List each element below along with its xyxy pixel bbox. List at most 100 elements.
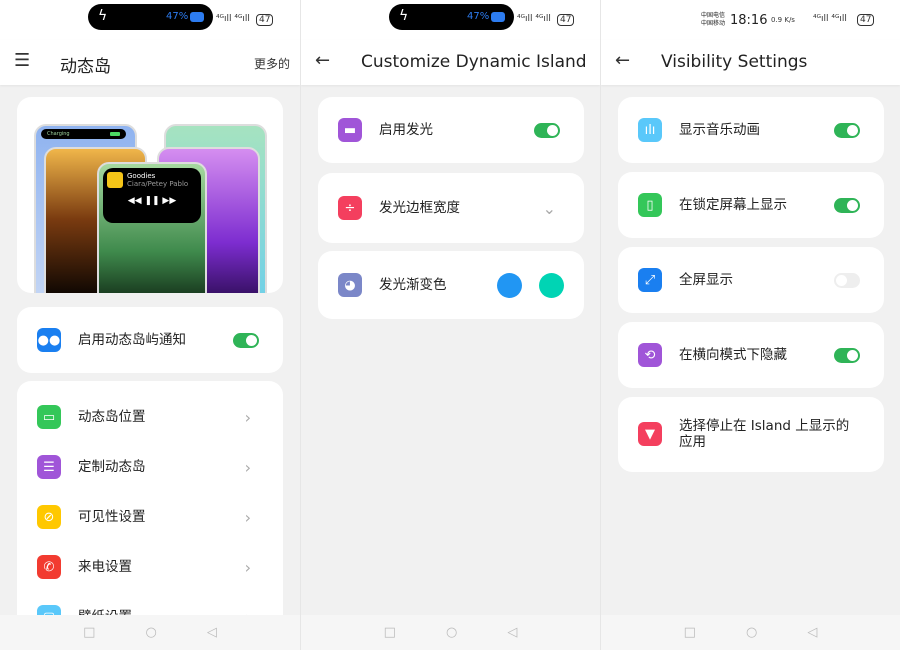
status-bar: ϟ 47% ⁴ᴳıll ⁴ᴳıll 47 <box>301 0 600 40</box>
border-width-card[interactable]: ÷ 发光边框宽度 ⌄ <box>318 173 584 243</box>
carrier-1: 中国电信 <box>701 12 726 19</box>
status-bar: 中国电信 中国移动 18:16 0.9 K/s ⁴ᴳıll ⁴ᴳıll 47 <box>601 0 900 40</box>
lock-screen-icon: ▯ <box>638 193 662 217</box>
notify-toggle[interactable] <box>233 332 259 348</box>
status-bar: ϟ 47% ⁴ᴳıll ⁴ᴳıll 47 <box>0 0 300 40</box>
battery-level: 47 <box>857 14 875 26</box>
item-label: 选择停止在 Island 上显示的应用 <box>679 418 850 450</box>
charging-icon: ϟ <box>98 8 108 24</box>
battery-level: 47 <box>256 14 274 26</box>
visibility-screen: 中国电信 中国移动 18:16 0.9 K/s ⁴ᴳıll ⁴ᴳıll 47 ← … <box>600 0 900 650</box>
recents-button[interactable]: □ <box>83 625 95 640</box>
battery-percent: 47% <box>467 11 490 22</box>
island-icon: ●● <box>37 328 61 352</box>
dynamic-island: ϟ 47% <box>88 4 213 30</box>
sliders-icon: ☰ <box>37 455 61 479</box>
color-swatch-2[interactable] <box>539 272 564 298</box>
dynamic-island: ϟ 47% <box>389 4 514 30</box>
back-arrow-icon[interactable]: ← <box>615 50 630 71</box>
fullscreen-toggle[interactable] <box>834 272 860 288</box>
list-item-position[interactable]: ▭ 动态岛位置 › <box>17 392 283 442</box>
battery-level: 47 <box>557 14 575 26</box>
page-title: Customize Dynamic Island <box>361 52 587 72</box>
rotate-icon: ⟲ <box>638 343 662 367</box>
recents-button[interactable]: □ <box>384 625 396 640</box>
clock: 18:16 <box>730 13 768 28</box>
menu-icon[interactable]: ☰ <box>14 50 30 71</box>
nav-bar: □ ○ ◁ <box>601 615 900 650</box>
signal-icons: ⁴ᴳıll ⁴ᴳıll <box>517 14 551 24</box>
hero-image: Charging Goodies Ciara/Petey Pablo ◀◀ ❚❚ … <box>17 97 283 293</box>
hero-image-card: Charging Goodies Ciara/Petey Pablo ◀◀ ❚❚ … <box>17 97 283 293</box>
charging-island: Charging <box>41 129 126 139</box>
nav-bar: □ ○ ◁ <box>301 615 600 650</box>
gradient-card: ◕ 发光渐变色 <box>318 251 584 319</box>
item-label: 动态岛位置 <box>78 409 146 425</box>
back-button[interactable]: ◁ <box>507 625 517 640</box>
music-animation-toggle[interactable] <box>834 122 860 138</box>
charging-icon: ϟ <box>399 8 409 24</box>
back-arrow-icon[interactable]: ← <box>315 50 330 71</box>
carrier-2: 中国移动 <box>701 20 726 27</box>
list-item-customize[interactable]: ☰ 定制动态岛 › <box>17 442 283 492</box>
lock-screen-toggle[interactable] <box>834 197 860 213</box>
home-button[interactable]: ○ <box>145 625 156 640</box>
back-button[interactable]: ◁ <box>207 625 217 640</box>
notify-card: ●● 启用动态岛屿通知 <box>17 307 283 373</box>
fullscreen-icon: ⤢ <box>638 268 662 292</box>
item-label: 可见性设置 <box>78 509 146 525</box>
color-swatch-1[interactable] <box>497 272 522 298</box>
chevron-right-icon: › <box>244 507 251 527</box>
battery-icon <box>190 12 204 22</box>
nav-bar: □ ○ ◁ <box>0 615 300 650</box>
filter-icon: ▼ <box>638 422 662 446</box>
signal-icons: ⁴ᴳıll ⁴ᴳıll <box>216 14 250 24</box>
fullscreen-card: ⤢ 全屏显示 <box>618 247 884 313</box>
landscape-card: ⟲ 在横向模式下隐藏 <box>618 322 884 388</box>
eye-off-icon: ⊘ <box>37 505 61 529</box>
media-controls-icon: ◀◀ ❚❚ ▶▶ <box>127 196 177 206</box>
battery-percent: 47% <box>166 11 189 22</box>
main-screen: ϟ 47% ⁴ᴳıll ⁴ᴳıll 47 ☰ 动态岛 更多的 Charging G… <box>0 0 300 650</box>
battery-icon <box>491 12 505 22</box>
item-label: 来电设置 <box>78 559 132 575</box>
page-title: 动态岛 <box>60 57 111 77</box>
music-animation-card: ılı 显示音乐动画 <box>618 97 884 163</box>
landscape-toggle[interactable] <box>834 347 860 363</box>
chevron-right-icon: › <box>244 407 251 427</box>
mini-battery-icon <box>110 132 120 136</box>
glow-icon: ▬ <box>338 118 362 142</box>
app-header: ☰ 动态岛 更多的 <box>0 40 300 85</box>
settings-list: ▭动态岛位置› ☰定制动态岛› ⊘可见性设置› ✆来电设置› ▢壁纸设置› <box>17 381 283 641</box>
more-button[interactable]: 更多的 <box>254 55 290 72</box>
back-button[interactable]: ◁ <box>807 625 817 640</box>
list-item-calls[interactable]: ✆ 来电设置 › <box>17 542 283 592</box>
album-art <box>107 172 123 188</box>
border-width-icon: ÷ <box>338 196 362 220</box>
home-button[interactable]: ○ <box>446 625 457 640</box>
glow-toggle[interactable] <box>534 122 560 138</box>
recents-button[interactable]: □ <box>684 625 696 640</box>
page-title: Visibility Settings <box>661 52 808 72</box>
phone-icon: ✆ <box>37 555 61 579</box>
waveform-icon: ılı <box>638 118 662 142</box>
customize-screen: ϟ 47% ⁴ᴳıll ⁴ᴳıll 47 ← Customize Dynamic … <box>300 0 600 650</box>
list-item-visibility[interactable]: ⊘ 可见性设置 › <box>17 492 283 542</box>
glow-card: ▬ 启用发光 <box>318 97 584 163</box>
track-title: Goodies <box>127 172 156 180</box>
border-width-label: 发光边框宽度 <box>379 200 460 216</box>
signal-icons: ⁴ᴳıll ⁴ᴳıll <box>813 14 847 24</box>
chevron-right-icon: › <box>244 457 251 477</box>
home-button[interactable]: ○ <box>746 625 757 640</box>
lock-screen-card: ▯ 在锁定屏幕上显示 <box>618 172 884 238</box>
window-icon: ▭ <box>37 405 61 429</box>
chevron-right-icon: › <box>244 557 251 577</box>
track-artist: Ciara/Petey Pablo <box>127 180 189 188</box>
app-filter-card[interactable]: ▼ 选择停止在 Island 上显示的应用 <box>618 397 884 472</box>
item-label: 定制动态岛 <box>78 459 146 475</box>
app-header: ← Customize Dynamic Island <box>301 40 600 85</box>
palette-icon: ◕ <box>338 273 362 297</box>
charging-label: Charging <box>47 131 70 137</box>
app-header: ← Visibility Settings <box>601 40 900 85</box>
chevron-down-icon[interactable]: ⌄ <box>543 199 556 218</box>
